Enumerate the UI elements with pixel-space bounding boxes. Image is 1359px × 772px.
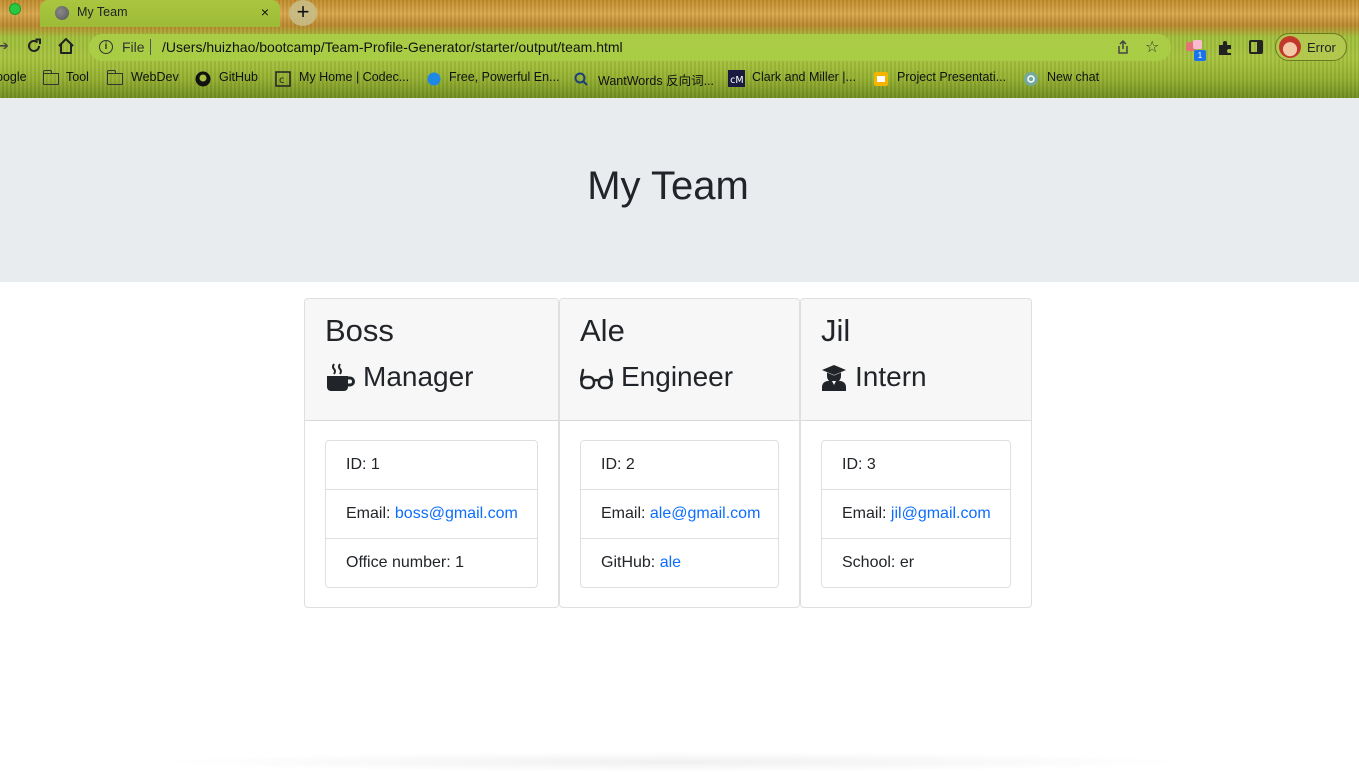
home-icon[interactable] — [56, 36, 76, 56]
list-item-github: GitHub: ale — [581, 539, 778, 587]
employee-name: Boss — [325, 313, 394, 348]
address-bar[interactable]: i File /Users/huizhao/bootcamp/Team-Prof… — [89, 34, 1171, 61]
bookmark-webdev[interactable]: WebDev — [131, 70, 179, 84]
profile-button[interactable]: Error — [1275, 33, 1347, 61]
window-maximize-button[interactable] — [9, 3, 21, 15]
list-item-office: Office number: 1 — [346, 554, 464, 571]
graduate-icon — [822, 365, 846, 391]
employee-card-intern: Jil Intern ID: 3 Email: jil@gmail.com Sc… — [800, 298, 1032, 608]
svg-text:cM: cM — [730, 75, 744, 86]
bookmark-github[interactable]: GitHub — [219, 70, 258, 84]
browser-chrome: My Team × + ➔ i File /Users/huizhao/boot… — [0, 0, 1359, 98]
extension-badge: 1 — [1194, 50, 1206, 61]
github-link[interactable]: ale — [660, 554, 681, 571]
search-icon — [574, 72, 588, 86]
scheme-label: File — [122, 39, 145, 55]
toolbar: ➔ i File /Users/huizhao/bootcamp/Team-Pr… — [0, 30, 1359, 64]
close-tab-icon[interactable]: × — [258, 3, 272, 21]
bookmark-google[interactable]: oogle — [0, 70, 27, 84]
list-item-id: ID: 1 — [326, 441, 537, 490]
email-label: Email: — [346, 505, 395, 522]
card-header: Boss Manager — [305, 299, 558, 421]
glasses-icon — [580, 368, 613, 390]
side-panel-icon[interactable] — [1249, 40, 1263, 54]
email-link[interactable]: ale@gmail.com — [650, 505, 761, 522]
share-icon[interactable] — [1115, 39, 1131, 55]
email-link[interactable]: jil@gmail.com — [891, 505, 991, 522]
details-list: ID: 1 Email: boss@gmail.com Office numbe… — [325, 440, 538, 588]
tab-title: My Team — [77, 5, 128, 19]
slides-icon — [874, 72, 888, 86]
codecademy-icon: c — [275, 71, 291, 87]
github-label: GitHub: — [601, 554, 660, 571]
list-item-id: ID: 2 — [581, 441, 778, 490]
puzzle-icon[interactable] — [1216, 39, 1234, 57]
email-label: Email: — [842, 505, 891, 522]
bookmark-clark-miller[interactable]: Clark and Miller |... — [752, 70, 856, 84]
avatar — [1279, 36, 1301, 58]
list-item-email: Email: ale@gmail.com — [581, 490, 778, 539]
folder-icon — [106, 70, 123, 85]
globe-icon — [55, 6, 69, 20]
email-label: Email: — [601, 505, 650, 522]
role-label: Manager — [363, 361, 474, 392]
role-label: Intern — [855, 361, 927, 392]
bookmark-new-chat[interactable]: New chat — [1047, 70, 1099, 84]
employee-name: Jil — [821, 313, 851, 348]
card-header: Jil Intern — [801, 299, 1031, 421]
employee-role: Intern — [821, 361, 927, 393]
coffee-mug-icon — [327, 363, 355, 391]
list-item-id: ID: 3 — [822, 441, 1010, 490]
bookmark-star-icon[interactable]: ☆ — [1145, 37, 1159, 57]
card-header: Ale Engineer — [560, 299, 799, 421]
reload-icon[interactable] — [24, 36, 44, 56]
tab-strip: My Team × + — [0, 0, 1359, 28]
bookmarks-bar: oogle Tool WebDev GitHub c My Home | Cod… — [0, 68, 1359, 90]
info-icon[interactable]: i — [99, 40, 113, 54]
bookmark-tool[interactable]: Tool — [66, 70, 89, 84]
window-shadow — [150, 752, 1200, 772]
employee-role: Manager — [325, 361, 474, 393]
list-item-email: Email: jil@gmail.com — [822, 490, 1010, 539]
details-list: ID: 2 Email: ale@gmail.com GitHub: ale — [580, 440, 779, 588]
bookmark-free-powerful[interactable]: Free, Powerful En... — [449, 70, 559, 84]
employee-card-engineer: Ale Engineer ID: 2 Email: ale@gmail.com … — [559, 298, 800, 608]
employee-name: Ale — [580, 313, 625, 348]
forward-icon[interactable]: ➔ — [0, 38, 9, 54]
bookmark-codecademy[interactable]: My Home | Codec... — [299, 70, 409, 84]
new-tab-button[interactable]: + — [289, 0, 317, 26]
role-label: Engineer — [621, 361, 734, 392]
folder-icon — [42, 70, 59, 85]
details-list: ID: 3 Email: jil@gmail.com School: er — [821, 440, 1011, 588]
bookmark-wantwords[interactable]: WantWords 反向词... — [598, 70, 714, 89]
list-item-email: Email: boss@gmail.com — [326, 490, 537, 539]
profile-label: Error — [1307, 40, 1336, 55]
url-text[interactable]: /Users/huizhao/bootcamp/Team-Profile-Gen… — [162, 39, 623, 55]
cm-icon: cM — [728, 70, 745, 87]
github-icon — [195, 71, 211, 87]
page-title: My Team — [587, 164, 749, 208]
employee-role: Engineer — [580, 361, 733, 393]
email-link[interactable]: boss@gmail.com — [395, 505, 518, 522]
list-item-school: School: er — [842, 554, 915, 571]
svg-text:c: c — [279, 75, 285, 86]
tab-my-team[interactable]: My Team × — [40, 0, 280, 27]
employee-card-manager: Boss Manager ID: 1 Email: boss@gmail.com… — [304, 298, 559, 608]
bookmark-project-presentation[interactable]: Project Presentati... — [897, 70, 1006, 84]
globe-icon — [427, 72, 441, 86]
chatgpt-icon — [1024, 72, 1038, 86]
divider — [150, 39, 151, 55]
